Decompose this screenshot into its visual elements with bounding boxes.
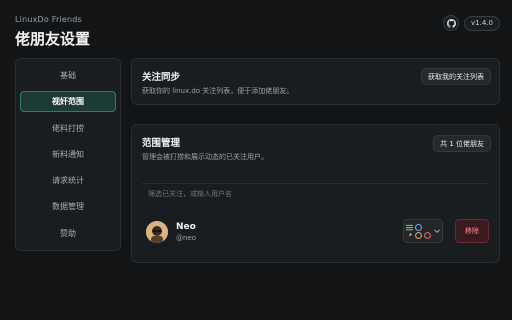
sidebar-item-scope[interactable]: 视奸范围 (20, 91, 116, 113)
github-icon (446, 18, 456, 28)
avatar (146, 221, 168, 243)
divider (142, 183, 489, 184)
follow-filter-input[interactable] (142, 185, 489, 203)
friend-count-badge: 共 1 位佬朋友 (433, 135, 491, 152)
remove-user-button[interactable]: 移除 (455, 219, 489, 243)
page-title: 佬朋友设置 (15, 30, 91, 48)
user-name: Neo (176, 222, 196, 232)
sidebar-item-basic[interactable]: 基础 (20, 65, 116, 86)
scope-management-title: 范围管理 (142, 138, 181, 149)
user-list-item: Neo @neo 移除 (142, 219, 489, 249)
follow-sync-card: 关注同步 获取你的 linux.do 关注列表，便于添加佬朋友。 获取我的关注列… (131, 58, 500, 105)
github-button[interactable] (443, 15, 460, 31)
sidebar-item-harvest[interactable]: 佬料打捞 (20, 118, 116, 139)
chevron-down-icon[interactable] (434, 228, 440, 234)
sidebar-item-notifications[interactable]: 新料通知 (20, 144, 116, 165)
sidebar-item-sponsor[interactable]: 赞助 (20, 223, 116, 244)
follow-sync-title: 关注同步 (142, 72, 181, 83)
follow-sync-description: 获取你的 linux.do 关注列表，便于添加佬朋友。 (142, 87, 294, 95)
header-actions: v1.4.0 (443, 15, 500, 31)
settings-sidebar: 基础 视奸范围 佬料打捞 新料通知 请求统计 数据管理 赞助 (15, 58, 121, 251)
sidebar-item-request-stats[interactable]: 请求统计 (20, 170, 116, 191)
scope-management-description: 管理会被打捞和展示动态的已关注用户。 (142, 153, 268, 161)
version-badge: v1.4.0 (464, 15, 500, 31)
list-icon[interactable] (406, 224, 413, 231)
user-avatar-icon (146, 221, 168, 243)
user-handle: @neo (176, 234, 197, 242)
smile-icon[interactable] (415, 231, 422, 239)
app-name: LinuxDo Friends (15, 15, 82, 24)
scope-management-card: 范围管理 管理会被打捞和展示动态的已关注用户。 共 1 位佬朋友 Neo @ne… (131, 124, 500, 263)
user-feature-toggles[interactable] (403, 219, 443, 243)
chat-icon[interactable] (415, 223, 422, 231)
sidebar-item-data-management[interactable]: 数据管理 (20, 196, 116, 217)
rocket-icon[interactable] (406, 232, 413, 239)
heart-icon[interactable] (424, 231, 431, 239)
fetch-follow-list-button[interactable]: 获取我的关注列表 (421, 68, 491, 85)
